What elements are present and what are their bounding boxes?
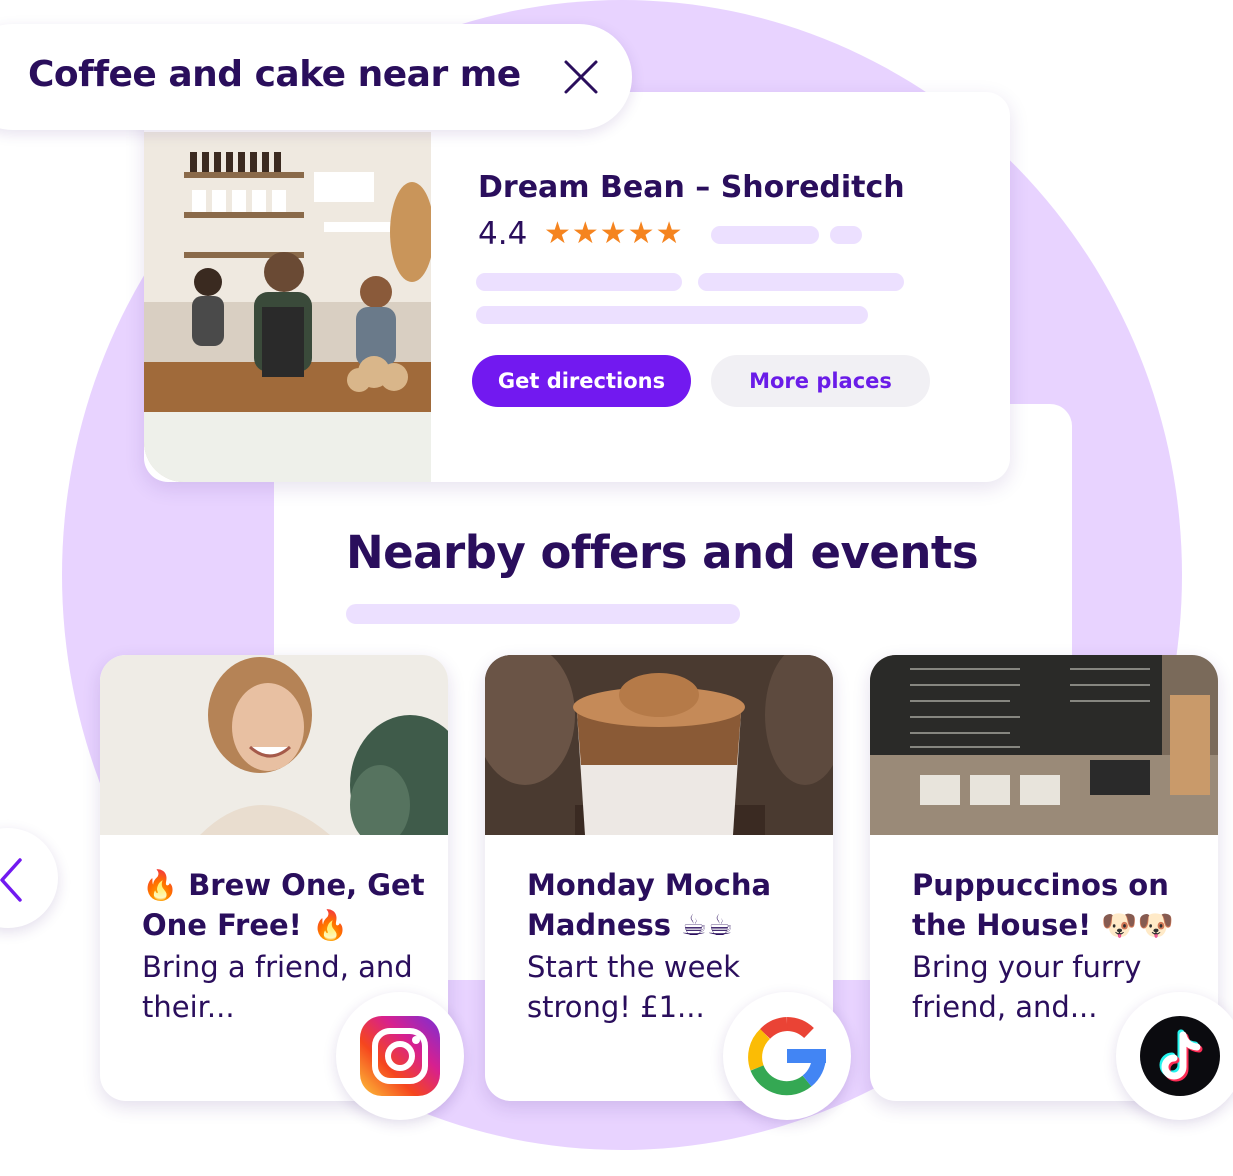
close-icon[interactable] (560, 56, 602, 98)
google-icon (748, 1017, 827, 1096)
instagram-badge[interactable] (336, 992, 464, 1120)
cafe-photo (144, 132, 431, 482)
search-bar[interactable]: Coffee and cake near me (0, 24, 632, 130)
rating-stars: ★★★★★ (544, 216, 684, 251)
offer-title: Monday Mocha Madness ☕☕ (527, 868, 772, 942)
placeholder-line (346, 604, 740, 624)
offer-image (100, 655, 448, 855)
placeholder-line (476, 273, 682, 291)
tiktok-icon (1140, 1016, 1220, 1096)
offer-title: 🔥 Brew One, Get One Free! 🔥 (142, 868, 425, 942)
offer-title: Puppuccinos on the House! 🐶🐶 (912, 868, 1174, 942)
search-query: Coffee and cake near me (28, 54, 521, 95)
chevron-left-icon (0, 858, 22, 902)
events-title: Nearby offers and events (346, 526, 979, 579)
tiktok-badge[interactable] (1116, 992, 1233, 1120)
carousel-prev-button[interactable] (0, 828, 58, 928)
get-directions-button[interactable]: Get directions (472, 355, 691, 407)
place-card[interactable]: Dream Bean – Shoreditch 4.4 ★★★★★ Get di… (144, 92, 1010, 482)
placeholder-line (711, 226, 819, 244)
instagram-icon (360, 1016, 440, 1096)
placeholder-line (830, 226, 862, 244)
more-places-button[interactable]: More places (711, 355, 930, 407)
placeholder-line (698, 273, 904, 291)
offer-image (485, 655, 833, 835)
google-badge[interactable] (723, 992, 851, 1120)
placeholder-line (476, 306, 868, 324)
place-name[interactable]: Dream Bean – Shoreditch (478, 170, 905, 205)
rating-value: 4.4 (478, 216, 528, 252)
offer-image (870, 655, 1218, 835)
